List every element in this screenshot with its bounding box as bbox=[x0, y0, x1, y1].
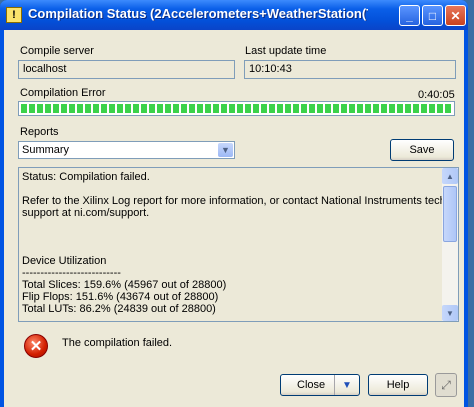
compilation-error-label: Compilation Error bbox=[20, 87, 106, 99]
report-line bbox=[22, 231, 440, 243]
minimize-button[interactable]: _ bbox=[399, 5, 420, 26]
report-line: Flip Flops: 151.6% (43674 out of 28800) bbox=[22, 291, 219, 303]
error-icon: ✕ bbox=[24, 334, 48, 358]
report-line: Total Slices: 159.6% (45967 out of 28800… bbox=[22, 279, 227, 291]
close-window-button[interactable]: ✕ bbox=[445, 5, 466, 26]
report-line: Refer to the Xilinx Log report for more … bbox=[22, 195, 459, 207]
progress-fill bbox=[21, 104, 452, 113]
report-line: Status: Compilation failed. bbox=[22, 171, 150, 183]
report-line: support at ni.com/support. bbox=[22, 207, 150, 219]
close-split-button[interactable]: Close ▼ bbox=[280, 374, 360, 396]
dropdown-arrow-icon[interactable]: ▼ bbox=[334, 375, 359, 395]
reports-label: Reports bbox=[20, 126, 59, 138]
close-button-label[interactable]: Close bbox=[297, 379, 325, 391]
reports-dropdown[interactable]: Summary ▼ bbox=[18, 141, 235, 159]
status-message: The compilation failed. bbox=[62, 337, 173, 349]
title-bar[interactable]: ! Compilation Status (2Accelerometers+We… bbox=[0, 0, 468, 30]
report-line: --------------------------- bbox=[22, 267, 121, 279]
help-button[interactable]: Help bbox=[368, 374, 428, 396]
compilation-progress-bar bbox=[18, 101, 455, 116]
report-content: Status: Compilation failed. Refer to the … bbox=[22, 171, 459, 315]
chevron-down-icon[interactable]: ▼ bbox=[218, 143, 233, 157]
compilation-status-window: ! Compilation Status (2Accelerometers+We… bbox=[0, 0, 468, 407]
reports-selected: Summary bbox=[22, 144, 70, 156]
elapsed-time: 0:40:05 bbox=[418, 89, 455, 101]
scroll-up-icon[interactable]: ▲ bbox=[442, 168, 458, 184]
dialog-body: Compile server localhost Last update tim… bbox=[4, 30, 464, 407]
report-line bbox=[22, 243, 440, 255]
window-title: Compilation Status (2Accelerometers+Weat… bbox=[28, 6, 368, 21]
labview-icon[interactable]: ! bbox=[6, 7, 22, 23]
last-update-label: Last update time bbox=[245, 45, 327, 57]
report-line: Total LUTs: 86.2% (24839 out of 28800) bbox=[22, 303, 216, 315]
report-line bbox=[22, 183, 440, 195]
report-line bbox=[22, 219, 440, 231]
report-line: Device Utilization bbox=[22, 255, 107, 267]
maximize-button[interactable]: □ bbox=[422, 5, 443, 26]
report-text-area[interactable]: Status: Compilation failed. Refer to the … bbox=[18, 167, 459, 322]
compile-server-label: Compile server bbox=[20, 45, 94, 57]
scroll-down-icon[interactable]: ▼ bbox=[442, 305, 458, 321]
compile-server-field: localhost bbox=[18, 60, 235, 79]
last-update-field: 10:10:43 bbox=[244, 60, 456, 79]
save-button[interactable]: Save bbox=[390, 139, 454, 161]
scroll-thumb[interactable] bbox=[443, 186, 457, 242]
vertical-scrollbar[interactable]: ▲ ▼ bbox=[442, 168, 458, 321]
window-grip-icon[interactable]: ⤢ bbox=[435, 373, 457, 397]
